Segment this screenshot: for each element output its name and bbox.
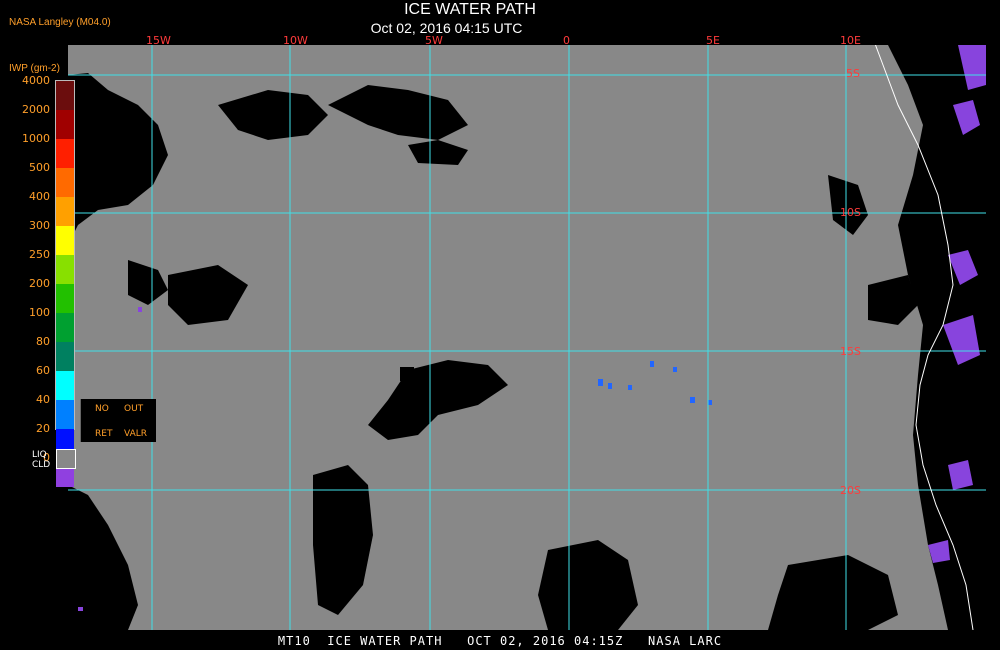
scale-tick-label: 300 <box>29 219 50 232</box>
scale-tick-label: 80 <box>36 335 50 348</box>
product-credit: NASA Langley (M04.0) <box>9 17 111 28</box>
liq-cld-swatch <box>56 449 76 469</box>
flag-valr: VALR <box>124 429 148 439</box>
image-title: ICE WATER PATH <box>404 1 536 18</box>
flag-out: OUT <box>124 404 144 414</box>
scale-swatch-60 <box>56 371 74 400</box>
scale-tick-label: 2000 <box>22 103 50 116</box>
scale-swatch-500 <box>56 168 74 197</box>
scale-swatch-2000 <box>56 110 74 139</box>
flag-ret: RET <box>95 429 113 439</box>
scale-tick-label: 250 <box>29 248 50 261</box>
lat-label-5s: 5S <box>846 67 860 80</box>
scale-tick-label: 400 <box>29 190 50 203</box>
liq-cld-label: LIQ CLD <box>32 450 50 470</box>
cld-label: CLD <box>32 460 51 470</box>
image-timestamp: Oct 02, 2016 04:15 UTC <box>370 20 523 36</box>
scale-swatch-40 <box>56 400 74 429</box>
scale-tick-label: 60 <box>36 364 50 377</box>
quality-flag-box: NO OUT RET VALR <box>80 399 156 442</box>
scale-swatch-300 <box>56 226 74 255</box>
scale-swatch-200 <box>56 284 74 313</box>
clear-sky-regions <box>68 45 986 630</box>
footer-caption: MT10 ICE WATER PATH OCT 02, 2016 04:15Z … <box>277 634 723 648</box>
scale-tick-label: 200 <box>29 277 50 290</box>
scale-swatch-100 <box>56 313 74 342</box>
scale-tick-label: 1000 <box>22 132 50 145</box>
scale-swatch-4000 <box>56 81 74 110</box>
legend-unit-label: IWP (gm-2) <box>9 63 60 74</box>
lat-label-20s: 20S <box>840 484 861 497</box>
ice-cloud-pixels <box>78 45 986 611</box>
scale-tick-label: 40 <box>36 393 50 406</box>
scale-tick-label: 4000 <box>22 74 50 87</box>
scale-tick-label: 100 <box>29 306 50 319</box>
lat-label-15s: 15S <box>840 345 861 358</box>
scale-tick-label: 500 <box>29 161 50 174</box>
liq-label: LIQ <box>32 450 47 460</box>
scale-swatch-1000 <box>56 139 74 168</box>
scale-swatch-80 <box>56 342 74 371</box>
color-scale-bar <box>55 80 75 487</box>
lat-label-10s: 10S <box>840 206 861 219</box>
satellite-map[interactable] <box>68 45 986 630</box>
map-imagery <box>68 45 986 630</box>
latlon-grid <box>68 45 986 630</box>
scale-tick-label: 20 <box>36 422 50 435</box>
scale-swatch-250 <box>56 255 74 284</box>
flag-no: NO <box>95 404 109 414</box>
scale-swatch-400 <box>56 197 74 226</box>
